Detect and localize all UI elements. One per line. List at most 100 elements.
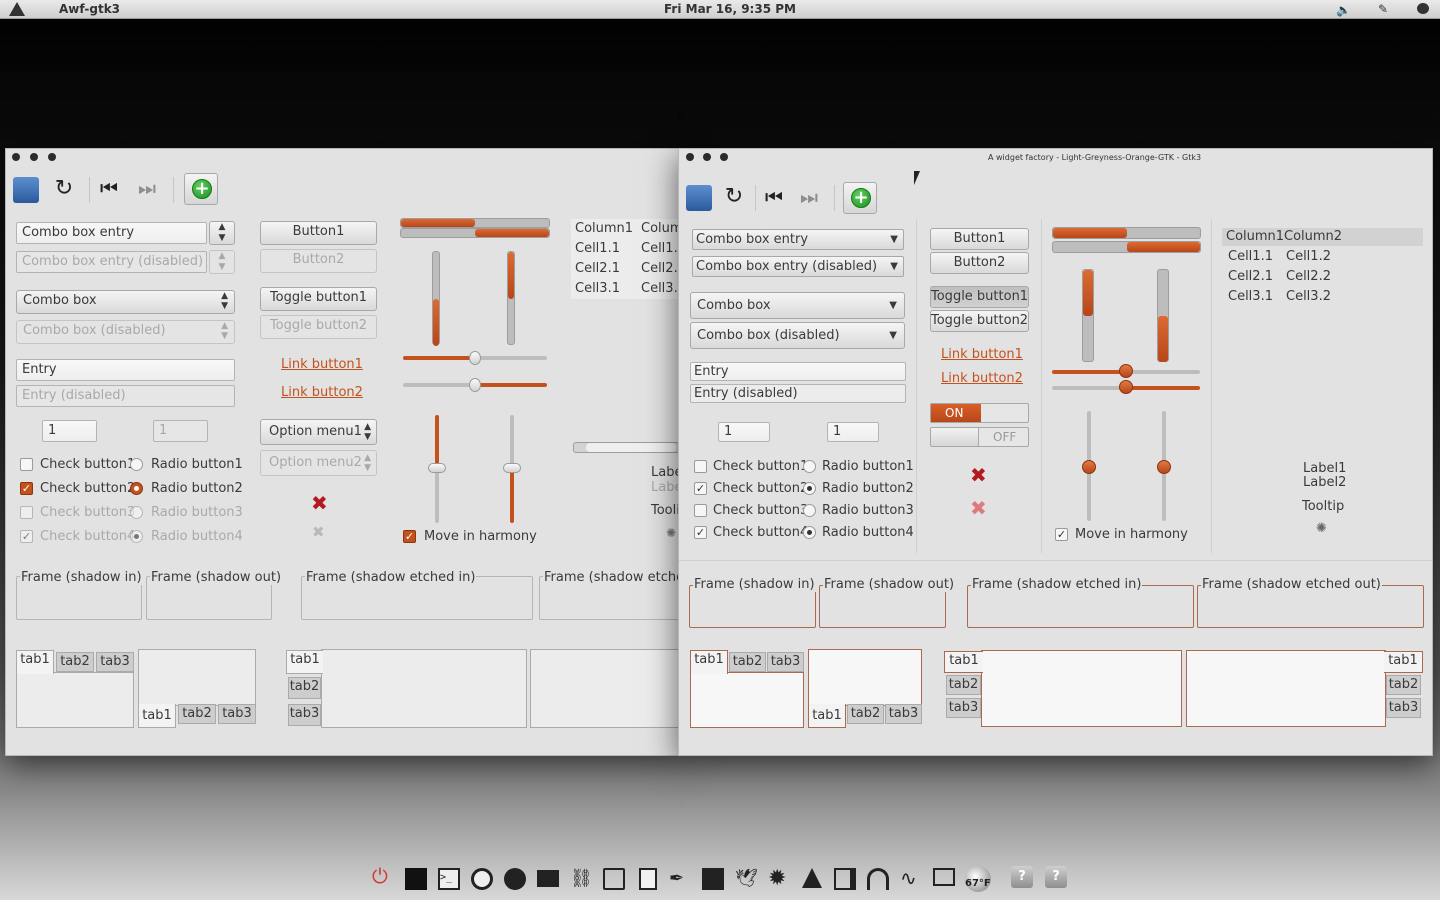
app-name[interactable]: Awf-gtk3 (59, 2, 120, 16)
notebook-1-tab3[interactable]: tab3 (767, 652, 804, 672)
mail-icon[interactable] (537, 870, 559, 887)
combo-box[interactable]: Combo box ▲ ▼ (16, 290, 235, 314)
radio-button3[interactable] (803, 504, 816, 517)
check-button4[interactable]: ✓ (694, 526, 707, 539)
weather-icon[interactable]: 67°F (965, 866, 991, 892)
hscale-2-handle[interactable] (469, 378, 481, 392)
document-icon[interactable] (639, 868, 657, 890)
go-last-icon[interactable]: ⏭ (800, 185, 826, 211)
radio-button4[interactable] (803, 526, 816, 539)
volume-icon[interactable]: 🔈 (1336, 3, 1351, 17)
chrome-icon[interactable] (471, 868, 493, 890)
tree-view[interactable]: Column1 Colum Cell1.1 Cell1.2 Cell2.1 Ce… (571, 219, 686, 299)
vscale-2-handle[interactable] (1157, 460, 1171, 474)
notebook-4-tab1[interactable]: tab1 (1384, 651, 1423, 673)
cell-1-1[interactable]: Cell1.1 (1228, 249, 1273, 264)
close-dot[interactable] (12, 153, 20, 161)
check-button2[interactable]: ✓ (20, 482, 33, 495)
hscale-2-handle[interactable] (1119, 380, 1133, 394)
cell-2-2[interactable]: Cell2.2 (1286, 269, 1331, 284)
toggle-button1[interactable]: Toggle button1 (930, 286, 1029, 308)
go-first-icon[interactable]: ⏮ (100, 176, 126, 202)
switch-off[interactable]: OFF (930, 427, 1029, 447)
notebook-4-tab2[interactable]: tab2 (1386, 675, 1421, 695)
go-last-icon[interactable]: ⏭ (138, 176, 164, 202)
pen-icon[interactable]: ✎ (1378, 2, 1388, 16)
button1[interactable]: Button1 (930, 228, 1029, 250)
toggle-button2[interactable]: Toggle button2 (930, 310, 1029, 332)
firefox-icon[interactable] (504, 868, 526, 890)
refresh-icon[interactable]: ↻ (721, 184, 747, 210)
chat-icon[interactable] (1417, 3, 1429, 14)
cell-3-1[interactable]: Cell3.1 (1228, 289, 1273, 304)
hscale-1-handle[interactable] (469, 351, 481, 365)
combo-box-entry[interactable]: Combo box entry ▼ (692, 229, 904, 250)
go-first-icon[interactable]: ⏮ (765, 185, 791, 211)
combo-box[interactable]: Combo box ▼ (690, 292, 905, 319)
combo-box-entry[interactable]: Combo box entry (16, 222, 207, 244)
link-button1[interactable]: Link button1 (941, 347, 1023, 362)
entry[interactable]: Entry (16, 359, 235, 381)
clock[interactable]: Fri Mar 16, 9:35 PM (664, 2, 796, 16)
radio-button1[interactable] (803, 460, 816, 473)
toggle-button1[interactable]: Toggle button1 (260, 287, 377, 311)
terminal-black-icon[interactable] (405, 868, 427, 890)
notebook-3-tab3[interactable]: tab3 (946, 698, 981, 718)
window-icon[interactable] (834, 868, 856, 890)
activity-icon[interactable]: ∿ (900, 866, 922, 890)
notebook-3-tab1[interactable]: tab1 (286, 650, 323, 674)
column1-header[interactable]: Column1 (1226, 229, 1284, 244)
cell-1-1[interactable]: Cell1.1 (575, 241, 620, 256)
notebook-3-tab1[interactable]: tab1 (944, 651, 983, 673)
notebook-2-tab2[interactable]: tab2 (847, 704, 884, 724)
cell-2-1[interactable]: Cell2.1 (575, 261, 620, 276)
link-button2[interactable]: Link button2 (941, 371, 1023, 386)
link-button1[interactable]: Link button1 (281, 357, 363, 372)
network-icon[interactable]: ⛓ (570, 868, 593, 890)
power-icon[interactable]: ⏻ (372, 864, 394, 888)
radio-button1[interactable] (130, 458, 143, 471)
notebook-4-tab3[interactable]: tab3 (1386, 698, 1421, 718)
cell-3-2[interactable]: Cell3.2 (1286, 289, 1331, 304)
notebook-2-tab1[interactable]: tab1 (138, 704, 176, 728)
check-button3[interactable] (694, 504, 707, 517)
notebook-1-tab1[interactable]: tab1 (690, 650, 728, 674)
column2-header[interactable]: Column2 (1284, 229, 1342, 244)
minimize-dot[interactable] (703, 153, 711, 161)
check-button2[interactable]: ✓ (694, 482, 707, 495)
notebook-2-tab2[interactable]: tab2 (178, 704, 216, 724)
vscale-1-handle[interactable] (1082, 460, 1096, 474)
combo-box-entry-arrow[interactable]: ▲ ▼ (209, 221, 235, 245)
settings-icon[interactable]: ✹ (768, 866, 790, 891)
refresh-icon[interactable]: ↻ (51, 176, 77, 202)
spin-button-2[interactable]: 1 (827, 422, 879, 442)
add-button[interactable]: + (843, 182, 877, 214)
tree-view[interactable]: Column1 Column2 Cell1.1 Cell1.2 Cell2.1 … (1222, 228, 1423, 308)
notebook-2-tab1[interactable]: tab1 (808, 704, 846, 728)
link-button2[interactable]: Link button2 (281, 385, 363, 400)
terminal-icon[interactable]: >_ (438, 868, 460, 890)
vscale-2-handle[interactable] (503, 463, 521, 473)
brush-icon[interactable]: ✒ (669, 868, 691, 890)
cell-3-1[interactable]: Cell3.1 (575, 281, 620, 296)
widget-factory-window-front[interactable]: A widget factory - Light-Greyness-Orange… (678, 148, 1433, 756)
ubuntu-logo-icon[interactable] (9, 2, 25, 16)
notebook-3-tab2[interactable]: tab2 (946, 675, 981, 695)
radio-button2[interactable] (803, 482, 816, 495)
minimize-dot[interactable] (30, 153, 38, 161)
move-in-harmony-check[interactable]: ✓ (403, 530, 416, 543)
column1-header[interactable]: Column1 (575, 221, 633, 236)
hscale-1-handle[interactable] (1119, 364, 1133, 378)
spin-button[interactable]: 1 (42, 420, 97, 442)
notebook-1-tab1[interactable]: tab1 (16, 650, 54, 674)
notebook-1-tab3[interactable]: tab3 (96, 652, 134, 672)
open-file-icon[interactable] (13, 177, 39, 203)
cell-1-2[interactable]: Cell1.2 (1286, 249, 1331, 264)
bird-icon[interactable]: 🕊 (735, 868, 758, 890)
notebook-3-tab2[interactable]: tab2 (288, 677, 321, 699)
inkscape-icon[interactable] (802, 868, 822, 888)
calculator-icon[interactable] (702, 868, 724, 890)
monitor-icon[interactable] (933, 868, 955, 886)
spin-button[interactable]: 1 (718, 422, 770, 442)
scrollbar-thumb[interactable] (586, 443, 676, 452)
